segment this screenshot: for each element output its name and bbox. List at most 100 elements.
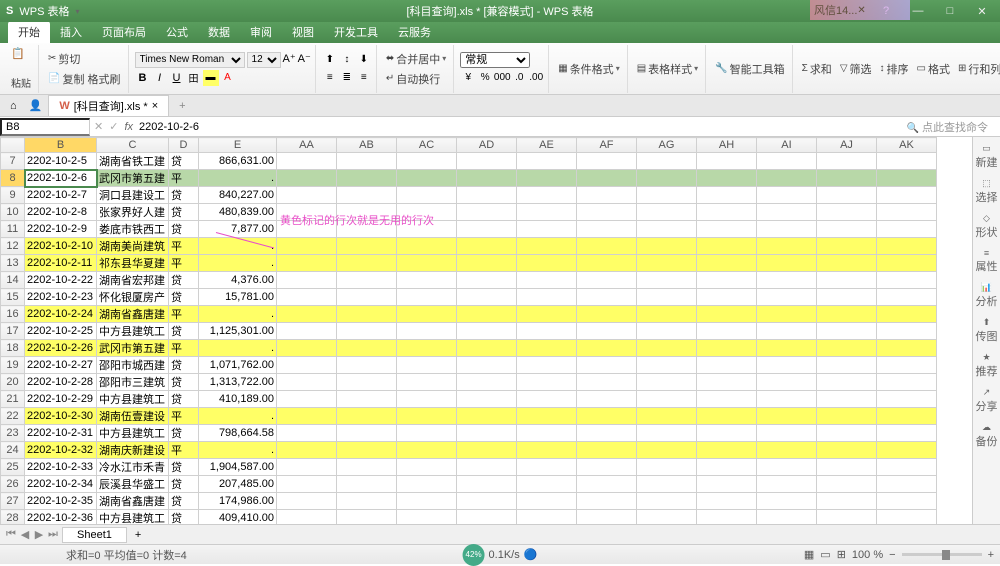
cell[interactable] (457, 374, 517, 391)
cell[interactable] (337, 510, 397, 525)
cell[interactable] (697, 306, 757, 323)
cell[interactable]: . (199, 255, 277, 272)
col-header[interactable]: AD (457, 138, 517, 153)
cell[interactable] (577, 425, 637, 442)
cell[interactable] (577, 221, 637, 238)
cell[interactable]: 湖南省铁工建 (97, 153, 169, 170)
cell[interactable] (757, 425, 817, 442)
col-header[interactable]: AH (697, 138, 757, 153)
font-select[interactable]: Times New Roman (135, 52, 245, 68)
table-row[interactable]: 122202-10-2-10湖南美尚建筑平. (1, 238, 937, 255)
cell[interactable] (757, 476, 817, 493)
cell[interactable] (397, 238, 457, 255)
cell[interactable] (397, 323, 457, 340)
cell[interactable]: 张家界好人建 (97, 204, 169, 221)
view-break-icon[interactable]: ⊞ (837, 548, 846, 561)
col-header[interactable]: AK (877, 138, 937, 153)
cell[interactable]: 2202-10-2-10 (25, 238, 97, 255)
cell[interactable]: 1,125,301.00 (199, 323, 277, 340)
cell[interactable] (277, 170, 337, 187)
tab-insert[interactable]: 插入 (50, 21, 92, 43)
cell[interactable] (577, 323, 637, 340)
cell[interactable]: 贷 (169, 391, 199, 408)
cell[interactable]: 怀化银厦房产 (97, 289, 169, 306)
row-header[interactable]: 12 (1, 238, 25, 255)
cell[interactable] (637, 272, 697, 289)
cell[interactable] (517, 476, 577, 493)
cell[interactable] (817, 459, 877, 476)
side-select[interactable]: ⬚选择 (976, 178, 998, 205)
cell[interactable] (277, 238, 337, 255)
table-row[interactable]: 92202-10-2-7洞口县建设工贷840,227.00 (1, 187, 937, 204)
cell-ref[interactable] (0, 118, 90, 136)
side-backup[interactable]: ☁备份 (976, 422, 998, 449)
percent-icon[interactable]: % (477, 70, 493, 86)
cell[interactable] (457, 306, 517, 323)
row-header[interactable]: 20 (1, 374, 25, 391)
cell[interactable]: 4,376.00 (199, 272, 277, 289)
cell[interactable] (457, 289, 517, 306)
cell[interactable] (457, 357, 517, 374)
cell[interactable] (757, 187, 817, 204)
cell[interactable]: 2202-10-2-5 (25, 153, 97, 170)
cell[interactable] (877, 493, 937, 510)
cell[interactable] (817, 408, 877, 425)
row-header[interactable]: 21 (1, 391, 25, 408)
cell[interactable] (457, 272, 517, 289)
cell[interactable]: 贷 (169, 425, 199, 442)
cell[interactable] (457, 204, 517, 221)
cell[interactable] (337, 221, 397, 238)
col-header[interactable]: AB (337, 138, 397, 153)
cell[interactable] (637, 357, 697, 374)
cell[interactable] (817, 374, 877, 391)
cell[interactable] (637, 238, 697, 255)
currency-icon[interactable]: ¥ (460, 70, 476, 86)
row-header[interactable]: 24 (1, 442, 25, 459)
table-row[interactable]: 152202-10-2-23怀化银厦房产贷15,781.00 (1, 289, 937, 306)
cancel-icon[interactable]: ✕ (94, 120, 103, 133)
cell[interactable] (397, 204, 457, 221)
cell[interactable] (517, 187, 577, 204)
cell[interactable] (277, 408, 337, 425)
cell[interactable] (757, 255, 817, 272)
cell[interactable] (877, 374, 937, 391)
cell[interactable] (577, 272, 637, 289)
cell[interactable] (817, 442, 877, 459)
cell[interactable] (817, 510, 877, 525)
table-row[interactable]: 202202-10-2-28邵阳市三建筑贷1,313,722.00 (1, 374, 937, 391)
dec-dec-icon[interactable]: .00 (528, 70, 544, 86)
cell[interactable] (337, 442, 397, 459)
side-new[interactable]: ▭新建 (976, 143, 998, 170)
cell[interactable] (457, 238, 517, 255)
cell[interactable] (517, 340, 577, 357)
comma-icon[interactable]: 000 (494, 70, 510, 86)
cell[interactable]: 840,227.00 (199, 187, 277, 204)
format-button[interactable]: ▭格式 (914, 60, 953, 78)
align-right-icon[interactable]: ≡ (356, 70, 372, 86)
cell[interactable] (457, 255, 517, 272)
sheet-tab[interactable]: Sheet1 (62, 527, 127, 543)
cell[interactable] (337, 357, 397, 374)
cell[interactable] (577, 510, 637, 525)
cell[interactable] (697, 238, 757, 255)
cell[interactable]: 湖南庆新建设 (97, 442, 169, 459)
cell[interactable]: 平 (169, 306, 199, 323)
cell[interactable]: 7,877.00 (199, 221, 277, 238)
col-header[interactable]: AJ (817, 138, 877, 153)
cell[interactable] (817, 221, 877, 238)
color-button[interactable]: A (220, 70, 236, 86)
bold-button[interactable]: B (135, 70, 151, 86)
cell[interactable] (337, 391, 397, 408)
cell[interactable] (757, 204, 817, 221)
cell[interactable] (457, 170, 517, 187)
view-page-icon[interactable]: ▭ (820, 548, 830, 561)
cell[interactable] (457, 187, 517, 204)
cell[interactable] (817, 323, 877, 340)
cell[interactable] (397, 425, 457, 442)
cell[interactable] (637, 221, 697, 238)
cell[interactable] (457, 442, 517, 459)
cell[interactable] (337, 204, 397, 221)
cell[interactable] (757, 153, 817, 170)
cell[interactable]: 2202-10-2-27 (25, 357, 97, 374)
cell[interactable] (577, 255, 637, 272)
